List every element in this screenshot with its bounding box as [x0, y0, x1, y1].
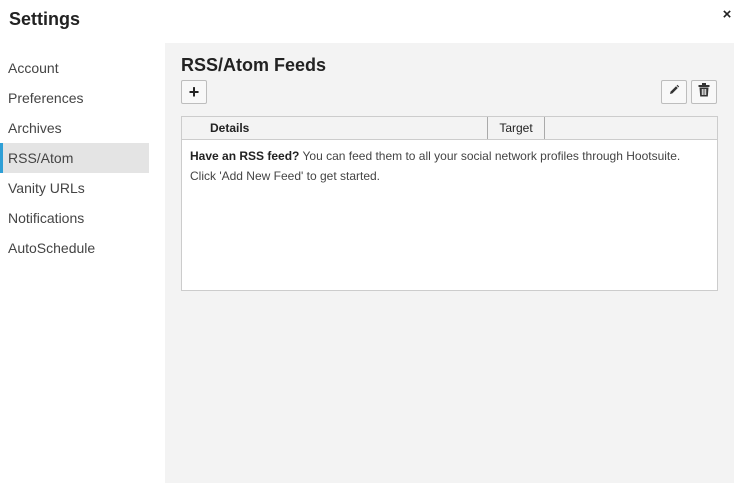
table-header: Details Target: [182, 117, 717, 140]
settings-sidebar: Account Preferences Archives RSS/Atom Va…: [0, 53, 149, 263]
pencil-icon: [668, 83, 680, 101]
empty-state: Have an RSS feed? You can feed them to a…: [182, 140, 717, 192]
sidebar-item-vanity-urls[interactable]: Vanity URLs: [0, 173, 149, 203]
dialog-title: Settings: [9, 9, 81, 29]
sidebar-item-archives[interactable]: Archives: [0, 113, 149, 143]
sidebar-item-preferences[interactable]: Preferences: [0, 83, 149, 113]
empty-state-text: You can feed them to all your social net…: [299, 149, 681, 163]
feeds-table: Details Target Have an RSS feed? You can…: [181, 116, 718, 291]
add-feed-button[interactable]: +: [181, 80, 207, 104]
edit-button[interactable]: [661, 80, 687, 104]
section-title: RSS/Atom Feeds: [181, 55, 327, 75]
empty-state-hint: Click 'Add New Feed' to get started.: [190, 169, 381, 183]
sidebar-item-account[interactable]: Account: [0, 53, 149, 83]
sidebar-item-rss-atom[interactable]: RSS/Atom: [0, 143, 149, 173]
empty-state-bold: Have an RSS feed?: [190, 149, 300, 163]
column-header-details[interactable]: Details: [182, 117, 488, 139]
main-panel: RSS/Atom Feeds + Details Target Have an …: [165, 43, 734, 483]
sidebar-item-autoschedule[interactable]: AutoSchedule: [0, 233, 149, 263]
column-header-target[interactable]: Target: [488, 117, 545, 139]
sidebar-item-notifications[interactable]: Notifications: [0, 203, 149, 233]
delete-button[interactable]: [691, 80, 717, 104]
empty-state-message: Have an RSS feed? You can feed them to a…: [190, 146, 709, 166]
close-icon[interactable]: ×: [719, 7, 735, 23]
trash-icon: [698, 82, 710, 102]
